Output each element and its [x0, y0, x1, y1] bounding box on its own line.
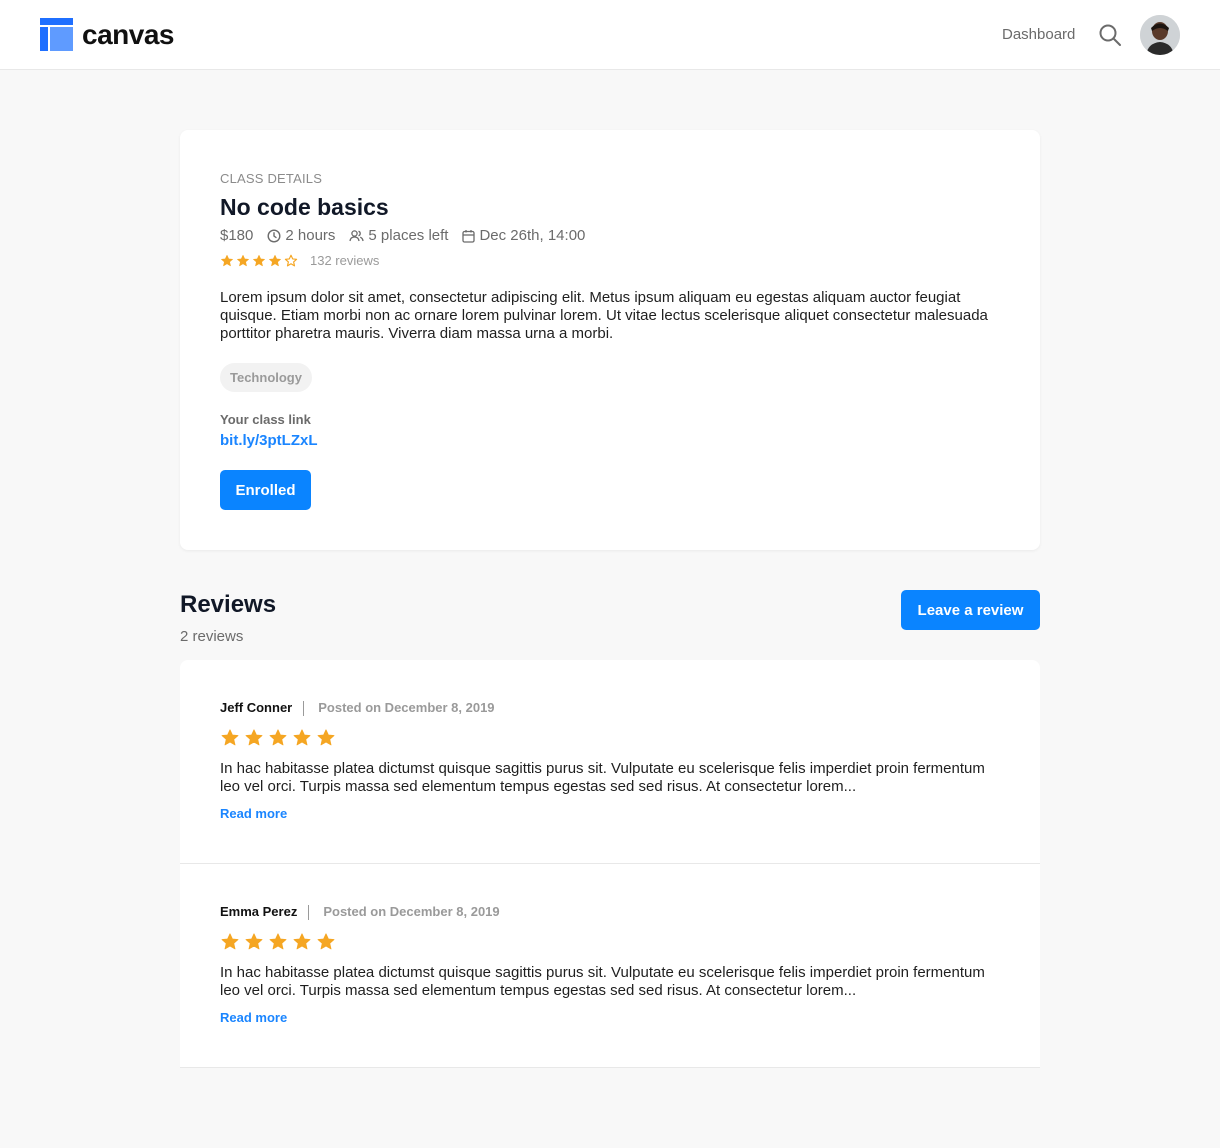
section-eyebrow: CLASS DETAILS [220, 171, 323, 186]
star-filled-icon [253, 254, 265, 267]
brand-logo[interactable]: canvas [40, 18, 174, 51]
review-rating-stars [220, 932, 340, 952]
class-details-card: CLASS DETAILS No code basics $180 2 hour… [180, 130, 1040, 550]
canvas-logo-icon [40, 18, 73, 51]
class-rating: 132 reviews [220, 253, 379, 269]
class-price: $180 [220, 227, 253, 245]
review-date: Posted on December 8, 2019 [318, 700, 495, 715]
class-title: No code basics [220, 194, 389, 220]
star-filled-icon [237, 254, 249, 267]
users-icon [349, 230, 365, 242]
star-filled-icon [293, 933, 311, 950]
read-more-link[interactable]: Read more [220, 1010, 287, 1026]
class-date-value: Dec 26th, 14:00 [479, 227, 586, 244]
review-body: In hac habitasse platea dictumst quisque… [220, 964, 985, 999]
star-filled-icon [317, 933, 335, 950]
star-filled-icon [293, 729, 311, 746]
clock-icon [267, 229, 281, 243]
reviews-heading: Reviews [180, 591, 277, 618]
category-tag[interactable]: Technology [220, 363, 312, 392]
class-description: Lorem ipsum dolor sit amet, consectetur … [220, 289, 988, 342]
review-header: Emma Perez Posted on December 8, 2019 [220, 904, 500, 920]
review-rating-stars [220, 728, 340, 748]
divider [308, 904, 310, 920]
star-filled-icon [269, 933, 287, 950]
read-more-link[interactable]: Read more [220, 806, 287, 822]
review-author: Jeff Conner [220, 700, 293, 715]
enrolled-button[interactable]: Enrolled [220, 470, 311, 510]
star-outline-icon [284, 254, 298, 267]
review-body: In hac habitasse platea dictumst quisque… [220, 760, 985, 795]
review-header: Jeff Conner Posted on December 8, 2019 [220, 700, 495, 716]
class-date: Dec 26th, 14:00 [462, 227, 585, 245]
star-filled-icon [317, 729, 335, 746]
star-filled-icon [221, 729, 239, 746]
leave-review-button[interactable]: Leave a review [901, 590, 1040, 630]
class-price-value: $180 [220, 227, 254, 244]
class-link-label: Your class link [220, 412, 311, 427]
class-review-count: 132 reviews [310, 253, 380, 268]
star-filled-icon [221, 933, 239, 950]
star-filled-icon [221, 254, 233, 267]
star-filled-icon [245, 729, 263, 746]
class-places: 5 places left [349, 227, 448, 245]
class-link[interactable]: bit.ly/3ptLZxL [220, 431, 318, 451]
user-avatar[interactable] [1140, 15, 1180, 55]
review-author: Emma Perez [220, 904, 298, 919]
review-item: Emma Perez Posted on December 8, 2019 In… [180, 864, 1040, 1068]
brand-name: canvas [82, 19, 174, 50]
nav-dashboard-link[interactable]: Dashboard [1002, 25, 1075, 45]
calendar-icon [462, 230, 476, 243]
review-item: Jeff Conner Posted on December 8, 2019 I… [180, 660, 1040, 864]
class-places-value: 5 places left [368, 227, 449, 244]
star-filled-icon [269, 729, 287, 746]
top-navigation-bar: canvas Dashboard [0, 0, 1220, 70]
class-duration: 2 hours [267, 227, 335, 245]
reviews-count: 2 reviews [180, 628, 244, 645]
class-meta: $180 2 hours 5 places left Dec 26th, 14:… [220, 227, 599, 245]
class-duration-value: 2 hours [285, 227, 336, 244]
divider [303, 700, 305, 716]
search-icon[interactable] [1098, 23, 1122, 47]
class-rating-stars [220, 254, 300, 268]
star-filled-icon [245, 933, 263, 950]
star-filled-icon [269, 254, 281, 267]
review-date: Posted on December 8, 2019 [323, 904, 500, 919]
